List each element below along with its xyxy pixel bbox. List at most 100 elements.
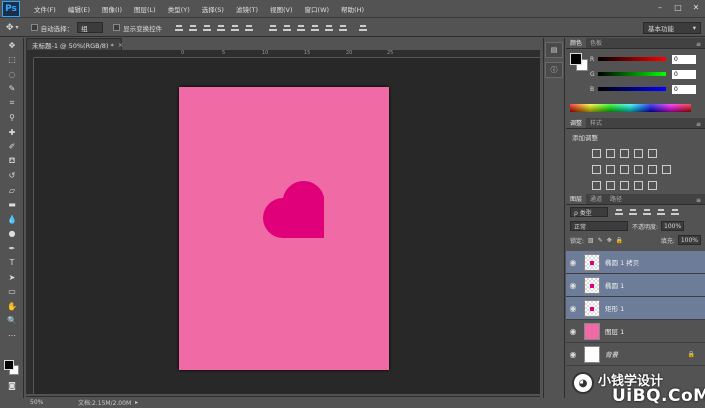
crop-tool-icon[interactable]: ⌗ <box>0 96 24 111</box>
filter-shape-icon[interactable] <box>656 207 666 217</box>
tab-styles[interactable]: 样式 <box>586 117 606 128</box>
close-icon[interactable]: × <box>118 41 123 49</box>
eyedropper-tool-icon[interactable]: ⚲ <box>0 111 24 126</box>
history-brush-tool-icon[interactable]: ↺ <box>0 169 24 184</box>
tab-adjustments[interactable]: 调整 <box>566 117 587 128</box>
type-tool-icon[interactable]: T <box>0 256 24 271</box>
gradient-map-icon[interactable] <box>648 180 657 190</box>
path-select-tool-icon[interactable]: ➤ <box>0 270 24 285</box>
auto-select-checkbox[interactable] <box>30 24 38 31</box>
layer-row[interactable]: ◉ 背景 🔒 <box>566 343 705 366</box>
filter-smart-icon[interactable] <box>670 207 680 217</box>
layer-row[interactable]: ◉ 图层 1 <box>566 320 705 343</box>
shape-tool-icon[interactable]: ▭ <box>0 285 24 300</box>
red-slider[interactable] <box>598 57 666 61</box>
close-button[interactable]: ✕ <box>691 3 701 13</box>
vibrance-icon[interactable] <box>648 148 657 158</box>
layer-filter-dropdown[interactable]: ρ 类型 <box>570 207 608 217</box>
auto-select-dropdown[interactable]: 组 <box>77 22 104 33</box>
levels-icon[interactable] <box>606 148 615 158</box>
canvas-area[interactable] <box>34 58 540 394</box>
layer-row[interactable]: ◉ 椭圆 1 <box>566 274 705 297</box>
menu-layer[interactable]: 图层(L) <box>128 4 162 14</box>
document-tab[interactable]: 未标题-1 @ 50%(RGB/8) * × <box>26 38 123 50</box>
gradient-tool-icon[interactable]: ▬ <box>0 198 24 213</box>
blur-tool-icon[interactable]: 💧 <box>0 212 24 227</box>
distribute-hcenter-icon[interactable] <box>324 23 334 33</box>
lasso-tool-icon[interactable]: ◌ <box>0 67 24 82</box>
panel-menu-icon[interactable]: ≡ <box>696 121 701 128</box>
green-value[interactable]: 0 <box>672 69 696 79</box>
eye-icon[interactable]: ◉ <box>566 304 580 313</box>
quick-mask-icon[interactable]: ◙ <box>0 378 24 393</box>
layer-row[interactable]: ◉ 椭圆 1 拷贝 <box>566 251 705 274</box>
distribute-top-icon[interactable] <box>268 23 278 33</box>
tab-layers[interactable]: 图层 <box>566 193 587 204</box>
move-tool-icon[interactable]: ✥ <box>0 38 24 53</box>
panel-menu-icon[interactable]: ≡ <box>696 197 701 204</box>
lock-move-icon[interactable]: ✥ <box>607 237 612 244</box>
eraser-tool-icon[interactable]: ▱ <box>0 183 24 198</box>
curves-icon[interactable] <box>620 148 629 158</box>
layer-row[interactable]: ◉ 矩形 1 <box>566 297 705 320</box>
photo-filter-icon[interactable] <box>634 164 643 174</box>
menu-select[interactable]: 选择(S) <box>196 4 230 14</box>
invert-icon[interactable] <box>592 180 601 190</box>
maximize-button[interactable]: □ <box>673 3 683 13</box>
properties-panel-icon[interactable]: ⓘ <box>545 62 563 78</box>
menu-file[interactable]: 文件(F) <box>28 4 62 14</box>
history-panel-icon[interactable]: ▤ <box>545 42 563 58</box>
black-white-icon[interactable] <box>620 164 629 174</box>
lock-all-icon[interactable]: 🔒 <box>616 237 623 244</box>
posterize-icon[interactable] <box>606 180 615 190</box>
move-tool-icon[interactable]: ✥ <box>6 23 14 33</box>
chevron-right-icon[interactable]: ▸ <box>135 399 138 406</box>
align-vcenter-icon[interactable] <box>188 23 198 33</box>
tab-paths[interactable]: 路径 <box>606 193 626 204</box>
fill-input[interactable]: 100% <box>677 235 701 245</box>
align-bottom-icon[interactable] <box>202 23 212 33</box>
show-transform-checkbox[interactable] <box>113 24 121 31</box>
channel-mixer-icon[interactable] <box>648 164 657 174</box>
tab-swatches[interactable]: 色板 <box>586 37 606 48</box>
minimize-button[interactable]: – <box>655 3 665 13</box>
menu-image[interactable]: 图像(I) <box>96 4 128 14</box>
distribute-left-icon[interactable] <box>310 23 320 33</box>
heart-shape[interactable] <box>263 177 325 239</box>
eye-icon[interactable]: ◉ <box>566 258 580 267</box>
color-lookup-icon[interactable] <box>662 164 671 174</box>
color-balance-icon[interactable] <box>606 164 615 174</box>
brightness-icon[interactable] <box>592 148 601 158</box>
menu-view[interactable]: 视图(V) <box>264 4 299 14</box>
eye-icon[interactable]: ◉ <box>566 281 580 290</box>
distribute-right-icon[interactable] <box>338 23 348 33</box>
panel-menu-icon[interactable]: ≡ <box>696 41 701 48</box>
hand-tool-icon[interactable]: ✋ <box>0 299 24 314</box>
blue-value[interactable]: 0 <box>672 84 696 94</box>
eye-icon[interactable]: ◉ <box>566 350 580 359</box>
marquee-tool-icon[interactable]: ⬚ <box>0 53 24 68</box>
menu-help[interactable]: 帮助(H) <box>335 4 370 14</box>
tab-channels[interactable]: 通道 <box>586 193 606 204</box>
align-right-icon[interactable] <box>244 23 254 33</box>
threshold-icon[interactable] <box>620 180 629 190</box>
lock-brush-icon[interactable]: ✎ <box>598 237 603 244</box>
menu-type[interactable]: 类型(Y) <box>162 4 196 14</box>
menu-window[interactable]: 窗口(W) <box>299 4 336 14</box>
zoom-level[interactable]: 50% <box>26 399 48 406</box>
menu-edit[interactable]: 编辑(E) <box>62 4 96 14</box>
filter-adjust-icon[interactable] <box>628 207 638 217</box>
green-slider[interactable] <box>598 72 666 76</box>
tab-color[interactable]: 颜色 <box>566 37 587 48</box>
blend-mode-dropdown[interactable]: 正常 <box>570 221 628 231</box>
align-left-icon[interactable] <box>216 23 226 33</box>
red-value[interactable]: 0 <box>672 54 696 64</box>
dodge-tool-icon[interactable]: ● <box>0 227 24 242</box>
align-top-icon[interactable] <box>174 23 184 33</box>
opacity-input[interactable]: 100% <box>661 221 685 231</box>
lock-pixels-icon[interactable]: ▨ <box>588 237 594 244</box>
eye-icon[interactable]: ◉ <box>566 327 580 336</box>
more-tools-icon[interactable]: ⋯ <box>0 328 24 343</box>
pen-tool-icon[interactable]: ✒ <box>0 241 24 256</box>
quick-select-tool-icon[interactable]: ✎ <box>0 82 24 97</box>
